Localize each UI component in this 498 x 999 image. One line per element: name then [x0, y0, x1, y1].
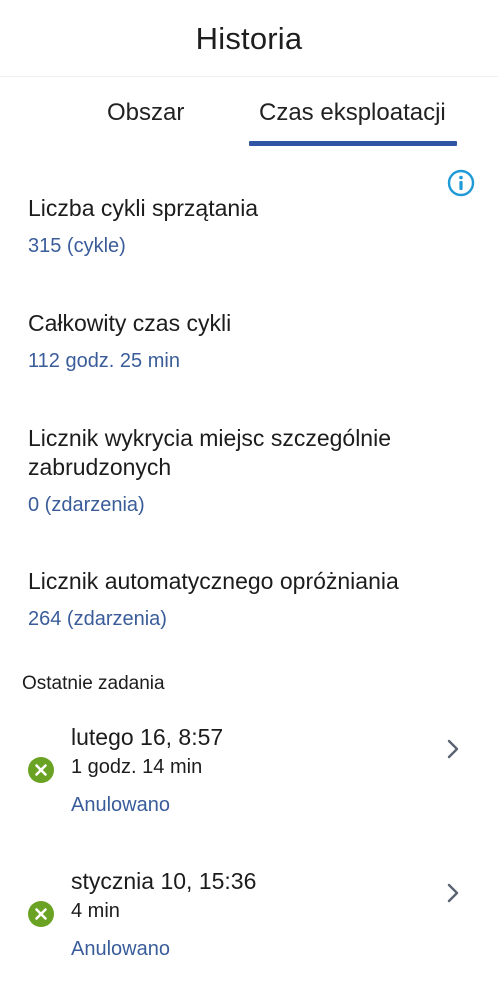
stat-dirt-detection-count: Licznik wykrycia miejsc szczególnie zabr… [28, 424, 448, 517]
stat-label: Całkowity czas cykli [28, 310, 232, 336]
stat-total-cycle-time: Całkowity czas cykli 112 godz. 25 min [28, 309, 448, 373]
info-icon[interactable] [447, 169, 475, 197]
stat-label: Liczba cykli sprzątania [28, 195, 259, 221]
task-date: stycznia 10, 15:36 [71, 868, 257, 894]
task-date: lutego 16, 8:57 [71, 724, 224, 750]
task-duration: 4 min [71, 900, 120, 922]
stat-label: Licznik automatycznego opróżniania [28, 568, 399, 594]
stat-value: 315 (cykle) [28, 235, 126, 257]
tab-area[interactable]: Obszar [107, 99, 184, 127]
page-title: Historia [195, 21, 303, 56]
task-result: Anulowano [71, 794, 170, 816]
task-row[interactable]: stycznia 10, 15:36 4 min Anulowano [0, 866, 498, 986]
cancelled-x-icon [28, 757, 54, 783]
tab-operating-time[interactable]: Czas eksploatacji [259, 99, 446, 127]
stat-cleaning-cycles: Liczba cykli sprzątania 315 (cykle) [28, 194, 448, 258]
stat-value: 0 (zdarzenia) [28, 494, 145, 516]
tab-bar: Obszar Czas eksploatacji [0, 77, 498, 149]
recent-tasks-heading: Ostatnie zadania [22, 673, 165, 694]
stat-label: Licznik wykrycia miejsc szczególnie zabr… [28, 425, 391, 480]
app-header: Historia [0, 0, 498, 77]
cancelled-x-icon [28, 901, 54, 927]
active-tab-indicator [249, 141, 457, 146]
stat-value: 112 godz. 25 min [28, 350, 180, 372]
task-row[interactable]: lutego 16, 8:57 1 godz. 14 min Anulowano [0, 722, 498, 842]
chevron-right-icon [444, 738, 462, 760]
stat-auto-empty-count: Licznik automatycznego opróżniania 264 (… [28, 567, 448, 631]
task-duration: 1 godz. 14 min [71, 756, 203, 778]
chevron-right-icon [444, 882, 462, 904]
stat-value: 264 (zdarzenia) [28, 608, 167, 630]
task-result: Anulowano [71, 938, 170, 960]
